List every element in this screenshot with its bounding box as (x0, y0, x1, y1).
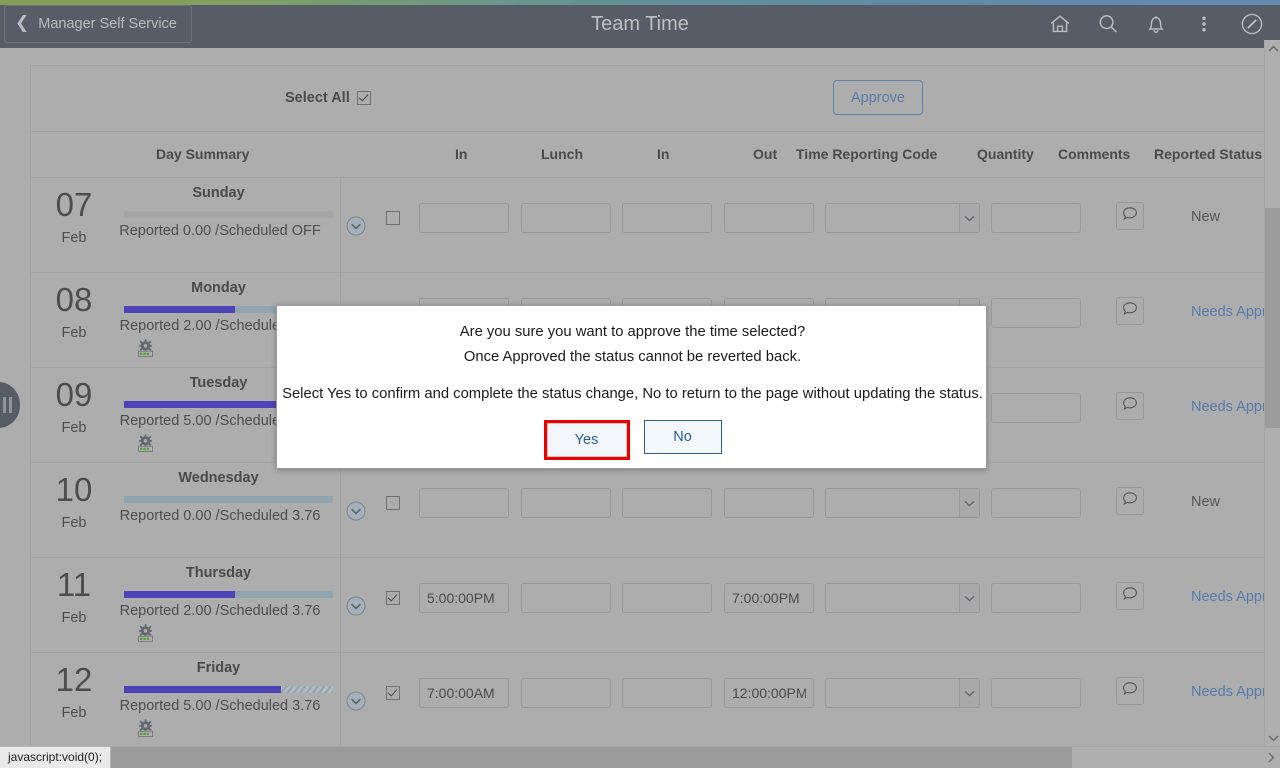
yes-button[interactable]: Yes (546, 423, 627, 457)
dialog-line-3: Select Yes to confirm and complete the s… (282, 386, 983, 402)
dialog-button-row: Yes No (277, 420, 988, 460)
no-button[interactable]: No (643, 420, 722, 454)
approve-confirmation-dialog: Are you sure you want to approve the tim… (276, 305, 987, 469)
dialog-line-1: Are you sure you want to approve the tim… (459, 324, 806, 340)
browser-status-bar: javascript:void(0); (0, 746, 112, 768)
yes-button-highlight: Yes (543, 420, 630, 460)
dialog-line-2: Once Approved the status cannot be rever… (463, 349, 802, 365)
